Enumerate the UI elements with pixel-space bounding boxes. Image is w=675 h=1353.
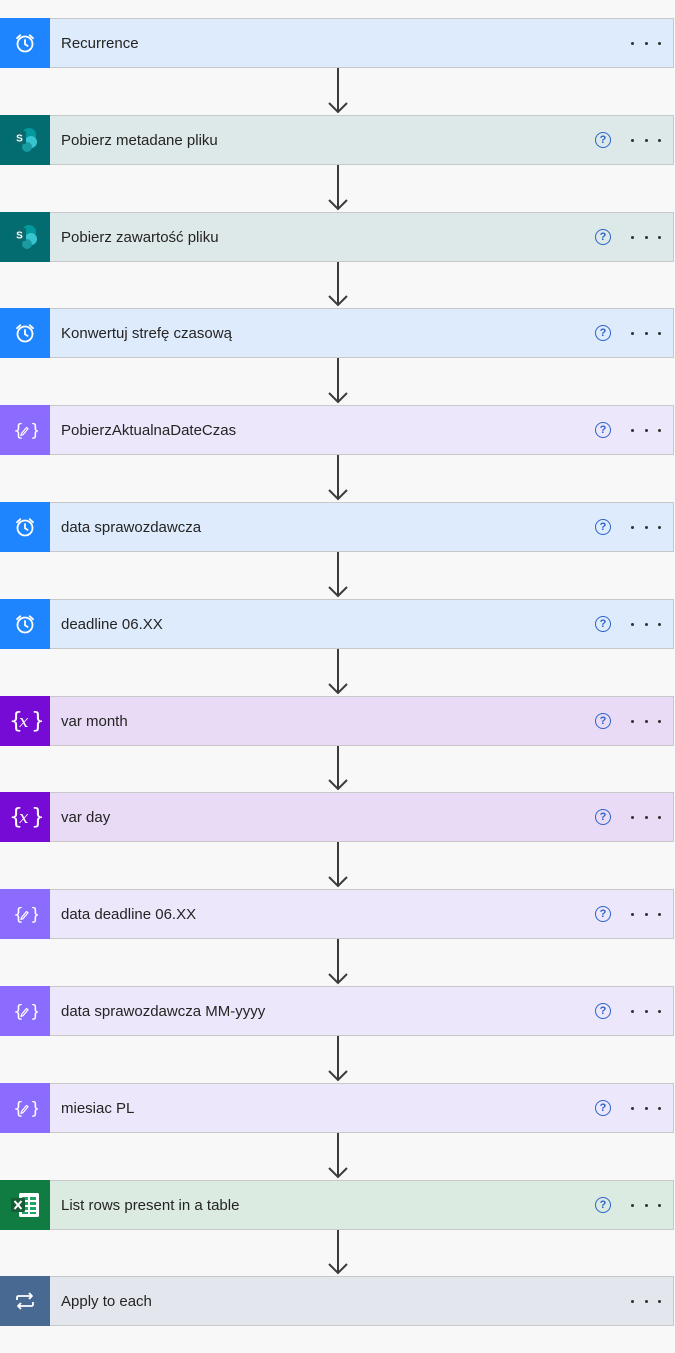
step-title: Pobierz zawartość pliku <box>61 228 219 246</box>
compose-icon: {} <box>0 405 50 455</box>
flow-step-data-sprawozdawcza[interactable]: data sprawozdawcza? <box>0 502 674 552</box>
flow-step-list-rows-present-in-a-table[interactable]: List rows present in a table? <box>0 1180 674 1230</box>
more-options-icon[interactable] <box>631 904 661 924</box>
svg-text:{: { <box>13 421 24 441</box>
svg-text:}: } <box>30 421 38 441</box>
help-icon[interactable]: ? <box>595 325 611 341</box>
connector-arrow-icon <box>328 1036 348 1083</box>
variable-icon: {x} <box>0 792 50 842</box>
svg-text:{: { <box>13 905 24 925</box>
help-icon[interactable]: ? <box>595 809 611 825</box>
alarm-clock-icon <box>0 599 50 649</box>
connector-arrow-icon <box>328 1230 348 1276</box>
help-icon[interactable]: ? <box>595 1003 611 1019</box>
step-title: Konwertuj strefę czasową <box>61 324 232 342</box>
variable-icon: {x} <box>0 696 50 746</box>
connector-arrow-icon <box>328 552 348 599</box>
more-options-icon[interactable] <box>631 130 661 150</box>
help-icon[interactable]: ? <box>595 422 611 438</box>
more-options-icon[interactable] <box>631 1098 661 1118</box>
connector-arrow-icon <box>328 939 348 986</box>
step-title: data sprawozdawcza <box>61 518 202 536</box>
svg-text:{: { <box>13 1099 24 1119</box>
alarm-clock-icon <box>0 18 50 68</box>
step-title: Pobierz metadane pliku <box>61 131 218 149</box>
flow-step-recurrence[interactable]: Recurrence <box>0 18 674 68</box>
svg-text:}: } <box>31 805 42 830</box>
svg-text:S: S <box>16 231 23 242</box>
svg-text:x: x <box>19 808 29 828</box>
help-icon[interactable]: ? <box>595 616 611 632</box>
connector-arrow-icon <box>328 746 348 792</box>
svg-text:}: } <box>30 1002 38 1022</box>
flow-step-data-sprawozdawcza-mm-yyyy[interactable]: {} data sprawozdawcza MM-yyyy? <box>0 986 674 1036</box>
flow-step-pobierz-metadane-pliku[interactable]: S Pobierz metadane pliku? <box>0 115 674 165</box>
flow-step-konwertuj-stref-czasow[interactable]: Konwertuj strefę czasową? <box>0 308 674 358</box>
compose-icon: {} <box>0 1083 50 1133</box>
step-title: var month <box>61 712 128 730</box>
step-title: PobierzAktualnaDateCzas <box>61 421 237 439</box>
more-options-icon[interactable] <box>631 1001 661 1021</box>
step-title: Apply to each <box>61 1292 152 1310</box>
more-options-icon[interactable] <box>631 1291 661 1311</box>
flow-canvas: Recurrence S Pobierz metadane pliku? S Pobie… <box>0 0 675 1353</box>
step-title: List rows present in a table <box>61 1196 240 1214</box>
sharepoint-icon: S <box>0 212 50 262</box>
svg-text:x: x <box>19 712 29 732</box>
step-title: var day <box>61 808 111 826</box>
step-title: Recurrence <box>61 34 139 52</box>
flow-step-miesiac-pl[interactable]: {} miesiac PL? <box>0 1083 674 1133</box>
help-icon[interactable]: ? <box>595 1197 611 1213</box>
connector-arrow-icon <box>328 358 348 405</box>
more-options-icon[interactable] <box>631 711 661 731</box>
connector-arrow-icon <box>328 165 348 212</box>
help-icon[interactable]: ? <box>595 906 611 922</box>
more-options-icon[interactable] <box>631 1195 661 1215</box>
flow-step-var-day[interactable]: {x} var day? <box>0 792 674 842</box>
svg-text:{: { <box>13 1002 24 1022</box>
flow-step-var-month[interactable]: {x} var month? <box>0 696 674 746</box>
flow-step-data-deadline-06-xx[interactable]: {} data deadline 06.XX? <box>0 889 674 939</box>
connector-arrow-icon <box>328 68 348 115</box>
step-title: data sprawozdawcza MM-yyyy <box>61 1002 266 1020</box>
more-options-icon[interactable] <box>631 227 661 247</box>
step-title: miesiac PL <box>61 1099 135 1117</box>
help-icon[interactable]: ? <box>595 519 611 535</box>
step-title: data deadline 06.XX <box>61 905 197 923</box>
compose-icon: {} <box>0 986 50 1036</box>
sharepoint-icon: S <box>0 115 50 165</box>
more-options-icon[interactable] <box>631 33 661 53</box>
alarm-clock-icon <box>0 308 50 358</box>
more-options-icon[interactable] <box>631 517 661 537</box>
svg-text:}: } <box>30 905 38 925</box>
help-icon[interactable]: ? <box>595 229 611 245</box>
flow-step-deadline-06-xx[interactable]: deadline 06.XX? <box>0 599 674 649</box>
connector-arrow-icon <box>328 842 348 889</box>
alarm-clock-icon <box>0 502 50 552</box>
svg-text:}: } <box>30 1099 38 1119</box>
svg-text:}: } <box>31 709 42 734</box>
compose-icon: {} <box>0 889 50 939</box>
connector-arrow-icon <box>328 455 348 502</box>
connector-arrow-icon <box>328 262 348 308</box>
loop-icon <box>0 1276 50 1326</box>
more-options-icon[interactable] <box>631 614 661 634</box>
more-options-icon[interactable] <box>631 420 661 440</box>
flow-step-pobierzaktualnadateczas[interactable]: {} PobierzAktualnaDateCzas? <box>0 405 674 455</box>
connector-arrow-icon <box>328 649 348 696</box>
svg-text:S: S <box>16 134 23 145</box>
step-title: deadline 06.XX <box>61 615 163 633</box>
help-icon[interactable]: ? <box>595 132 611 148</box>
connector-arrow-icon <box>328 1133 348 1180</box>
flow-step-pobierz-zawarto-pliku[interactable]: S Pobierz zawartość pliku? <box>0 212 674 262</box>
more-options-icon[interactable] <box>631 323 661 343</box>
excel-icon <box>0 1180 50 1230</box>
help-icon[interactable]: ? <box>595 1100 611 1116</box>
help-icon[interactable]: ? <box>595 713 611 729</box>
more-options-icon[interactable] <box>631 807 661 827</box>
flow-step-apply-to-each[interactable]: Apply to each <box>0 1276 674 1326</box>
